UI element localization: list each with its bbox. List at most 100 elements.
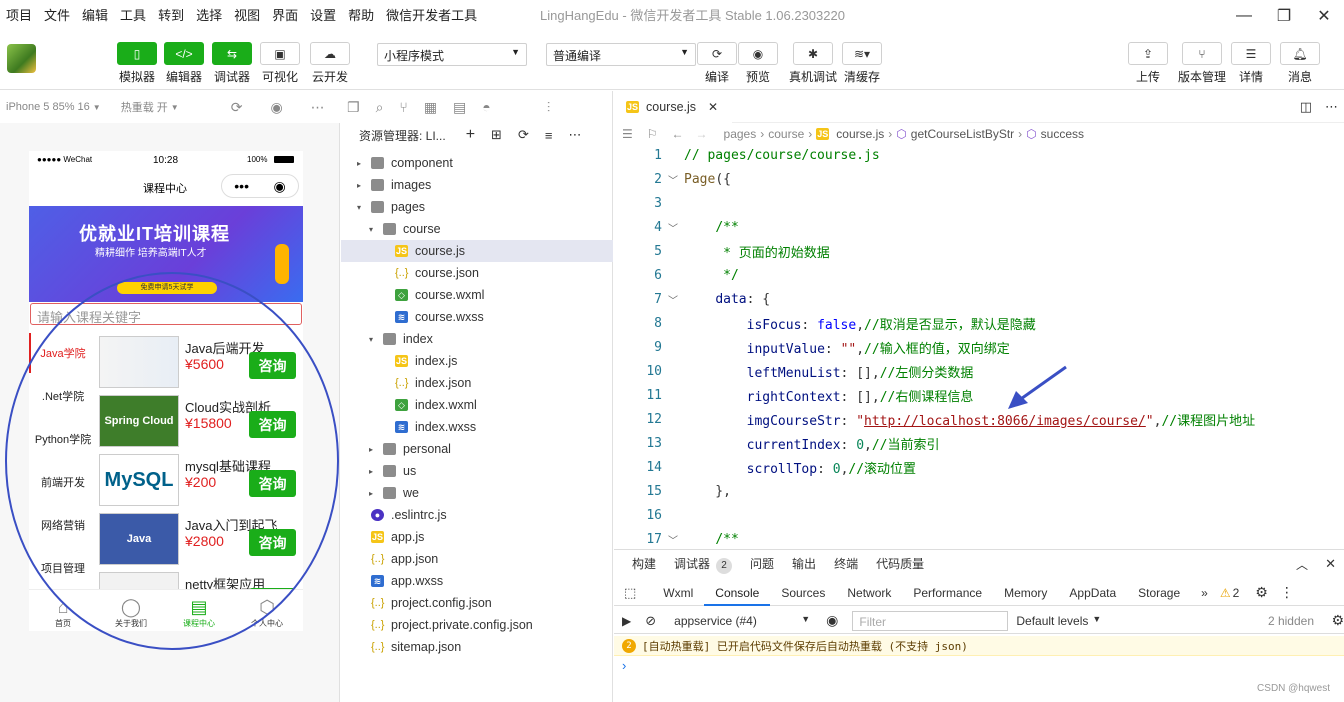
back-arrow-icon[interactable]: ← <box>672 127 684 141</box>
compile-select[interactable]: 普通编译 ▼ <box>546 43 696 66</box>
more-tabs-icon[interactable]: » <box>1201 586 1208 600</box>
minimize-button[interactable]: — <box>1224 0 1264 32</box>
folder-item[interactable]: ▾ course <box>341 218 613 240</box>
file-item[interactable]: {..} project.config.json <box>341 592 613 614</box>
menu-item[interactable]: 编辑 <box>76 0 114 32</box>
devtools-tab[interactable]: Wxml <box>652 580 704 606</box>
git-icon[interactable]: ⑂ <box>399 99 407 115</box>
menu-item[interactable]: 帮助 <box>342 0 380 32</box>
file-item[interactable]: {..} course.json <box>341 262 613 284</box>
devtools-tab[interactable]: Performance <box>902 580 993 606</box>
close-icon[interactable]: ✕ <box>708 100 718 114</box>
split-editor-icon[interactable]: ◫ <box>1300 99 1312 115</box>
file-item[interactable]: {..} project.private.config.json <box>341 614 613 636</box>
file-item[interactable]: {..} app.json <box>341 548 613 570</box>
plugin-icon[interactable]: ◓ <box>482 99 490 115</box>
collapse-icon[interactable]: ≡ <box>545 128 553 143</box>
more-icon[interactable]: ⋯ <box>311 99 325 116</box>
more-icon[interactable]: ⋯ <box>1325 99 1338 115</box>
folder-item[interactable]: ▾ pages <box>341 196 613 218</box>
devtools-tab[interactable]: Network <box>836 580 902 606</box>
chevron-icon[interactable]: ▸ <box>357 159 367 168</box>
more-icon[interactable]: ⋯ <box>568 127 581 143</box>
folder-item[interactable]: ▸ images <box>341 174 613 196</box>
bookmark-icon[interactable]: ⚐ <box>647 127 658 141</box>
fold-chevron-icon[interactable]: ﹀ <box>662 532 684 547</box>
debugger-button[interactable]: ⇆ 调试器 <box>212 42 252 85</box>
menu-item[interactable]: 视图 <box>228 0 266 32</box>
chevron-icon[interactable]: ▸ <box>369 489 379 498</box>
tab-output[interactable]: 输出 <box>783 550 825 578</box>
real-debug-button[interactable]: ✱ 真机调试 <box>789 42 837 85</box>
maximize-button[interactable]: ❐ <box>1264 0 1304 32</box>
context-select[interactable]: appservice (#4) ▼ <box>674 614 810 628</box>
devtools-tab[interactable]: Sources <box>770 580 836 606</box>
fold-chevron-icon[interactable]: ﹀ <box>662 172 684 187</box>
sidebar-toggle-icon[interactable]: ▶ <box>622 614 631 628</box>
chevron-up-icon[interactable]: ︿ <box>1296 556 1308 573</box>
menu-item[interactable]: 设置 <box>304 0 342 32</box>
file-item[interactable]: ≋ course.wxss <box>341 306 613 328</box>
file-item[interactable]: ● .eslintrc.js <box>341 504 613 526</box>
refresh-icon[interactable]: ⟳ <box>518 127 529 143</box>
rotate-icon[interactable]: ⟳ <box>231 99 243 116</box>
menu-item[interactable]: 工具 <box>114 0 152 32</box>
cloud-button[interactable]: ☁ 云开发 <box>310 42 350 85</box>
close-button[interactable]: ✕ <box>1304 0 1344 32</box>
split-icon[interactable]: ⫶ <box>547 99 551 116</box>
file-item[interactable]: ◇ index.wxml <box>341 394 613 416</box>
tab-code-quality[interactable]: 代码质量 <box>867 550 933 578</box>
settings-icon[interactable]: ⚙ <box>1331 612 1344 629</box>
menu-item[interactable]: 界面 <box>266 0 304 32</box>
menu-item[interactable]: 文件 <box>38 0 76 32</box>
file-item[interactable]: JS index.js <box>341 350 613 372</box>
more-icon[interactable]: ⋮ <box>1280 584 1294 601</box>
file-item[interactable]: ≋ index.wxss <box>341 416 613 438</box>
chevron-icon[interactable]: ▸ <box>369 445 379 454</box>
inspect-icon[interactable]: ⬚ <box>624 585 636 601</box>
device-select[interactable]: iPhone 5 85% 16 <box>6 101 90 113</box>
levels-select[interactable]: Default levels ▼ <box>1016 614 1101 628</box>
file-item[interactable]: ≋ app.wxss <box>341 570 613 592</box>
more-icon[interactable]: ••• <box>234 178 249 194</box>
capsule-menu[interactable]: ••• ◉ <box>221 174 299 198</box>
close-icon[interactable]: ✕ <box>1325 556 1336 572</box>
chevron-icon[interactable]: ▾ <box>369 225 379 234</box>
tab-course-js[interactable]: JS course.js ✕ <box>614 91 732 123</box>
devtools-tab[interactable]: Storage <box>1127 580 1191 606</box>
simulator-button[interactable]: ▯ 模拟器 <box>117 42 157 85</box>
folder-item[interactable]: ▸ we <box>341 482 613 504</box>
messages-button[interactable]: 🔔︎ 消息 <box>1280 42 1320 85</box>
preview-button[interactable]: ◉ 预览 <box>738 42 778 85</box>
filter-input[interactable]: Filter <box>852 610 1009 631</box>
clear-console-icon[interactable]: ⊘ <box>645 613 656 629</box>
code-area[interactable]: 1 // pages/course/course.js 2 ﹀ Page({3 4… <box>614 143 1344 549</box>
editor-button[interactable]: </> 编辑器 <box>164 42 204 85</box>
forward-arrow-icon[interactable]: → <box>696 127 708 141</box>
folder-item[interactable]: ▸ us <box>341 460 613 482</box>
devtools-tab[interactable]: Memory <box>993 580 1058 606</box>
tab-terminal[interactable]: 终端 <box>825 550 867 578</box>
folder-item[interactable]: ▾ index <box>341 328 613 350</box>
fold-chevron-icon[interactable]: ﹀ <box>662 220 684 235</box>
menu-item[interactable]: 项目 <box>0 0 38 32</box>
file-item[interactable]: {..} sitemap.json <box>341 636 613 658</box>
hotreload-select[interactable]: 热重载 开 <box>121 99 168 115</box>
upload-button[interactable]: ⇪ 上传 <box>1128 42 1168 85</box>
prompt-chevron-icon[interactable]: › <box>622 658 626 673</box>
new-folder-icon[interactable]: ⊞ <box>491 127 502 143</box>
extensions-icon[interactable]: ▦ <box>424 99 437 116</box>
version-button[interactable]: ⑂ 版本管理 <box>1178 42 1226 85</box>
details-button[interactable]: ☰ 详情 <box>1231 42 1271 85</box>
chevron-icon[interactable]: ▾ <box>357 203 367 212</box>
compile-button[interactable]: ⟳ 编译 <box>697 42 737 85</box>
new-file-icon[interactable]: + <box>466 126 475 144</box>
storage-icon[interactable]: ▤ <box>453 99 466 116</box>
tab-debugger[interactable]: 调试器 2 <box>665 550 741 578</box>
record-icon[interactable]: ◉ <box>270 99 282 116</box>
file-item[interactable]: ◇ course.wxml <box>341 284 613 306</box>
search-icon[interactable]: ⌕ <box>376 99 384 116</box>
files-icon[interactable]: ❐ <box>347 99 360 116</box>
chevron-icon[interactable]: ▸ <box>369 467 379 476</box>
project-avatar[interactable] <box>7 44 36 73</box>
